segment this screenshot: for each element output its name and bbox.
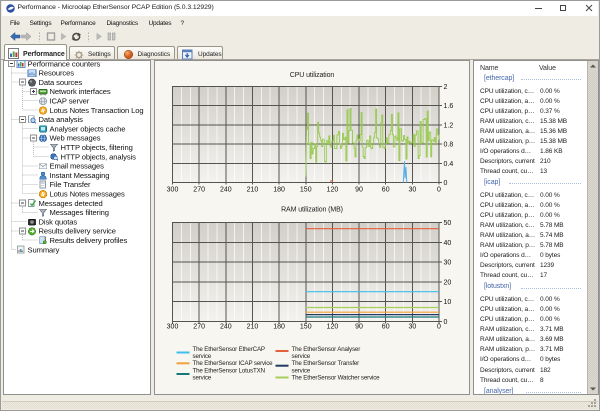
svg-text:ICAP server: ICAP server: [50, 97, 90, 106]
svg-text:Email messages: Email messages: [50, 162, 105, 171]
svg-text:0: 0: [444, 319, 448, 326]
svg-text:180: 180: [273, 323, 285, 330]
svg-text:180: 180: [273, 186, 285, 193]
svg-text:30: 30: [444, 260, 452, 267]
svg-text:1.6: 1.6: [444, 103, 454, 110]
svg-text:120: 120: [327, 323, 339, 330]
svg-text:150: 150: [300, 323, 312, 330]
svg-text:210: 210: [247, 186, 259, 193]
svg-text:240: 240: [220, 323, 232, 330]
svg-text:0.8: 0.8: [444, 142, 454, 149]
svg-text:Messages detected: Messages detected: [39, 199, 103, 208]
svg-text:120: 120: [327, 186, 339, 193]
svg-text:Disk quotas: Disk quotas: [39, 217, 78, 226]
svg-text:30: 30: [408, 186, 416, 193]
svg-text:CPU utilization: CPU utilization: [290, 72, 335, 79]
svg-text:The EtherSensor Analyser: The EtherSensor Analyser: [292, 346, 361, 353]
svg-text:RAM utilization (MB): RAM utilization (MB): [281, 207, 343, 214]
svg-text:service: service: [292, 353, 311, 360]
svg-text:0: 0: [437, 323, 441, 330]
svg-text:HTTP objects, filtering: HTTP objects, filtering: [61, 143, 133, 152]
svg-text:The EtherSensor Transfer: The EtherSensor Transfer: [292, 360, 360, 367]
svg-text:20: 20: [444, 279, 452, 286]
svg-text:300: 300: [167, 186, 179, 193]
svg-text:300: 300: [167, 323, 179, 330]
svg-text:Data analysis: Data analysis: [39, 115, 84, 124]
svg-text:Resources: Resources: [39, 69, 75, 78]
svg-text:210: 210: [247, 323, 259, 330]
svg-text:service: service: [193, 353, 212, 360]
svg-text:service: service: [292, 367, 311, 374]
svg-text:50: 50: [444, 220, 452, 227]
svg-text:90: 90: [355, 323, 363, 330]
svg-text:60: 60: [382, 323, 390, 330]
svg-text:The EtherSensor ICAP service: The EtherSensor ICAP service: [193, 360, 274, 367]
svg-text:240: 240: [220, 186, 232, 193]
svg-text:The EtherSensor Watcher servic: The EtherSensor Watcher service: [292, 375, 381, 382]
svg-text:0: 0: [444, 180, 448, 187]
svg-text:File Transfer: File Transfer: [50, 180, 91, 189]
svg-text:The EtherSensor EtherCAP: The EtherSensor EtherCAP: [193, 346, 265, 353]
svg-text:270: 270: [193, 323, 205, 330]
svg-text:service: service: [193, 375, 212, 382]
svg-text:150: 150: [300, 186, 312, 193]
svg-text:2: 2: [444, 84, 448, 91]
svg-text:40: 40: [444, 240, 452, 247]
svg-text:Instant Messaging: Instant Messaging: [50, 171, 110, 180]
svg-text:60: 60: [382, 186, 390, 193]
svg-text:Data sources: Data sources: [39, 78, 83, 87]
svg-text:10: 10: [444, 299, 452, 306]
svg-text:Performance counters: Performance counters: [28, 60, 101, 68]
svg-text:Lotus Notes messages: Lotus Notes messages: [50, 190, 126, 199]
svg-text:90: 90: [355, 186, 363, 193]
svg-text:0: 0: [437, 186, 441, 193]
svg-text:0.4: 0.4: [444, 161, 454, 168]
svg-text:HTTP objects, analysis: HTTP objects, analysis: [61, 152, 137, 161]
svg-text:Results delivery profiles: Results delivery profiles: [50, 236, 128, 245]
svg-text:The EtherSensor LotusTXN: The EtherSensor LotusTXN: [193, 367, 265, 374]
svg-text:Analyser objects cache: Analyser objects cache: [50, 124, 126, 133]
svg-text:Results delivery service: Results delivery service: [39, 227, 116, 236]
svg-text:Network interfaces: Network interfaces: [50, 87, 111, 96]
svg-text:Messages filtering: Messages filtering: [50, 208, 109, 217]
svg-text:Lotus Notes Transaction Log: Lotus Notes Transaction Log: [50, 106, 144, 115]
svg-text:30: 30: [408, 323, 416, 330]
svg-text:270: 270: [193, 186, 205, 193]
svg-text:Web messages: Web messages: [50, 134, 101, 143]
svg-text:Summary: Summary: [28, 245, 60, 254]
svg-text:1.2: 1.2: [444, 122, 454, 129]
